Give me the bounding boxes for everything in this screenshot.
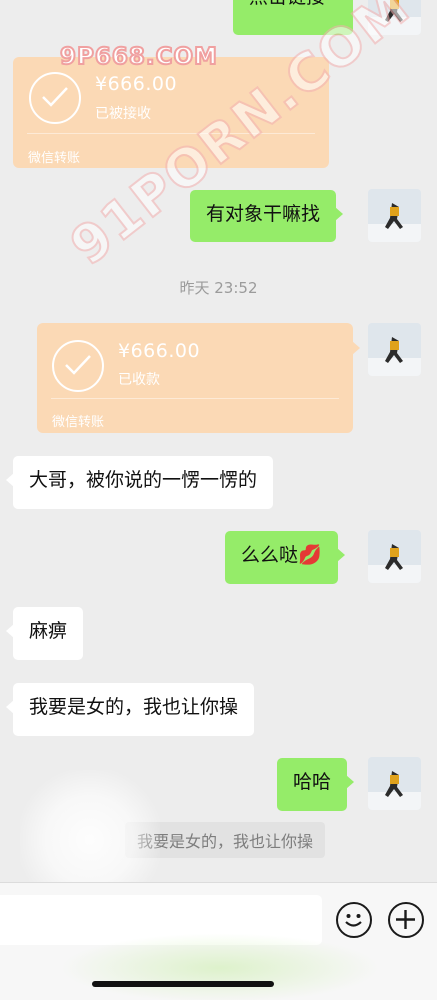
message-text: 麻痹 xyxy=(29,620,68,642)
message-text: 我要是女的，我也让你操 xyxy=(29,696,239,718)
message-text: 么么哒💋 xyxy=(241,544,322,566)
timestamp: 昨天 23:52 xyxy=(179,279,258,297)
message-bubble[interactable]: 有对象干嘛找 xyxy=(190,190,344,242)
avatar-self[interactable] xyxy=(368,530,421,583)
message-text: 大哥，被你说的一愣一愣的 xyxy=(29,469,258,491)
message-text: 有对象干嘛找 xyxy=(206,203,321,225)
transfer-card[interactable]: ¥666.00 已被接收 微信转账 xyxy=(13,57,329,168)
transfer-card[interactable]: ¥666.00 已收款 微信转账 xyxy=(37,323,360,433)
message-text: 哈哈 xyxy=(293,771,332,793)
message-text: 点击链接 xyxy=(249,0,325,8)
avatar-image xyxy=(368,323,421,376)
avatar-image xyxy=(368,0,421,35)
avatar-self[interactable] xyxy=(368,0,421,35)
plus-button[interactable] xyxy=(388,902,424,938)
message-bubble-top[interactable]: 点击链接 xyxy=(233,0,353,35)
plus-icon xyxy=(396,910,415,929)
bottom-glow xyxy=(60,933,380,1000)
quoted-message[interactable]: 我要是女的，我也让你操 xyxy=(125,822,326,858)
transfer-amount: ¥666.00 xyxy=(95,73,178,95)
divider xyxy=(27,133,315,134)
avatar-self[interactable] xyxy=(368,323,421,376)
transfer-status: 已被接收 xyxy=(95,106,151,122)
avatar-image xyxy=(368,757,421,810)
check-circle-icon xyxy=(29,72,81,124)
avatar-image xyxy=(368,189,421,242)
transfer-status: 已收款 xyxy=(118,372,160,388)
avatar-self[interactable] xyxy=(368,757,421,810)
transfer-amount: ¥666.00 xyxy=(118,340,201,362)
quoted-text: 我要是女的，我也让你操 xyxy=(137,832,314,851)
message-bubble[interactable]: 我要是女的，我也让你操 xyxy=(5,683,255,736)
home-indicator[interactable] xyxy=(92,981,274,987)
message-bubble[interactable]: 大哥，被你说的一愣一愣的 xyxy=(5,456,274,509)
message-bubble[interactable]: 麻痹 xyxy=(5,607,84,660)
check-circle-icon xyxy=(52,340,104,392)
divider xyxy=(51,398,339,399)
avatar-image xyxy=(368,530,421,583)
message-bubble[interactable]: 哈哈 xyxy=(277,758,355,811)
transfer-label: 微信转账 xyxy=(28,151,81,166)
avatar-self[interactable] xyxy=(368,189,421,242)
transfer-label: 微信转账 xyxy=(52,415,105,430)
emoji-icon xyxy=(345,914,362,927)
message-bubble[interactable]: 么么哒💋 xyxy=(225,531,345,584)
